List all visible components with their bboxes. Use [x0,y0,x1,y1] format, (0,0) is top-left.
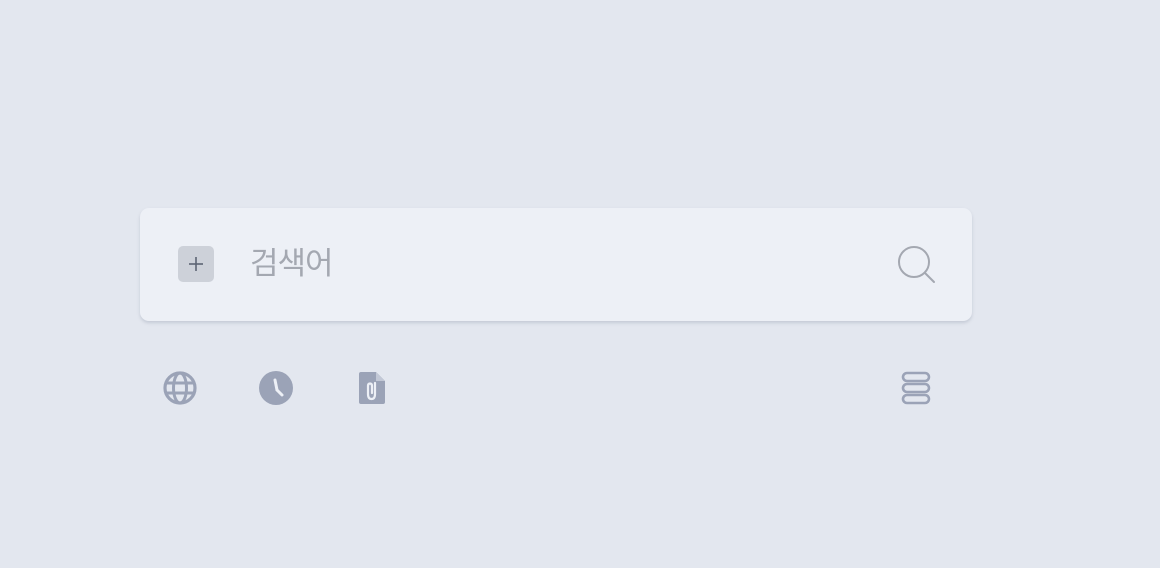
history-button[interactable] [256,368,296,408]
search-icon [898,246,935,283]
search-input[interactable] [250,238,870,290]
clock-icon [259,371,293,405]
attachment-button[interactable] [352,368,392,408]
add-button[interactable] [178,246,214,282]
search-bar [140,208,972,321]
globe-button[interactable] [160,368,200,408]
globe-icon [163,371,197,405]
file-attachment-icon [359,372,385,404]
plus-icon [189,257,203,271]
search-button[interactable] [896,244,938,286]
stack-icon [901,371,931,405]
menu-button[interactable] [896,368,936,408]
